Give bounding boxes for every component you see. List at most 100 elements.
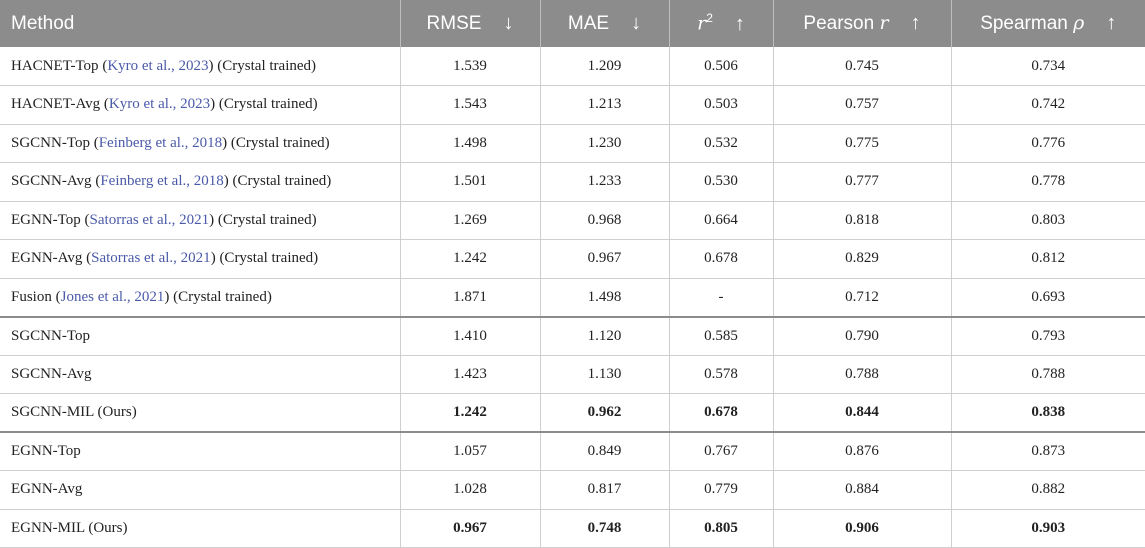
header-row: Method RMSE ↓ MAE ↓ r2 ↑ Pearson r ↑ Spearma… bbox=[0, 0, 1145, 47]
table-row: HACNET-Avg (Kyro et al., 2023) (Crystal … bbox=[0, 85, 1145, 125]
r2-cell: 0.779 bbox=[669, 470, 774, 510]
mae-cell: 1.130 bbox=[540, 355, 670, 394]
rmse-cell: 1.423 bbox=[400, 355, 541, 394]
method-name: SGCNN-Avg bbox=[11, 365, 92, 382]
method-suffix: (Crystal trained) bbox=[217, 57, 317, 74]
mae-cell: 0.968 bbox=[540, 201, 670, 240]
mae-cell: 1.120 bbox=[540, 315, 670, 356]
mae-cell: 1.209 bbox=[540, 47, 670, 86]
header-pearson-label: Pearson bbox=[803, 13, 875, 34]
citation-link[interactable]: Feinberg et al., 2018 bbox=[100, 173, 223, 189]
method-cell: SGCNN-Top bbox=[0, 315, 401, 356]
mae-cell: 1.213 bbox=[540, 85, 670, 125]
citation-link[interactable]: Satorras et al., 2021 bbox=[91, 250, 211, 266]
method-suffix: (Crystal trained) bbox=[217, 211, 317, 228]
pearson-cell: 0.818 bbox=[773, 201, 952, 240]
up-arrow-icon: ↑ bbox=[910, 12, 921, 34]
header-method-label: Method bbox=[11, 12, 75, 34]
pearson-cell: 0.757 bbox=[773, 85, 952, 125]
rmse-cell: 1.410 bbox=[400, 315, 541, 356]
r2-cell: 0.805 bbox=[669, 509, 774, 548]
pearson-cell: 0.775 bbox=[773, 124, 952, 163]
pearson-cell: 0.777 bbox=[773, 162, 952, 202]
method-suffix: (Crystal trained) bbox=[219, 250, 319, 267]
method-name: SGCNN-MIL (Ours) bbox=[11, 404, 137, 420]
rmse-cell: 1.539 bbox=[400, 47, 541, 86]
method-name: SGCNN-Avg bbox=[11, 173, 92, 190]
spearman-cell: 0.838 bbox=[951, 393, 1145, 433]
header-mae: MAE ↓ bbox=[540, 0, 670, 47]
method-name: Fusion bbox=[11, 288, 52, 305]
method-name: HACNET-Top bbox=[11, 57, 99, 74]
spearman-cell: 0.778 bbox=[951, 162, 1145, 202]
method-cell: SGCNN-Avg bbox=[0, 355, 401, 394]
header-mae-label: MAE bbox=[567, 13, 610, 34]
method-suffix: (Crystal trained) bbox=[230, 134, 330, 151]
citation-link[interactable]: Feinberg et al., 2018 bbox=[99, 135, 222, 151]
method-cell: HACNET-Top (Kyro et al., 2023) (Crystal … bbox=[0, 47, 401, 86]
r2-cell: - bbox=[669, 278, 774, 317]
table-row: SGCNN-Avg 1.423 1.130 0.578 0.788 0.788 bbox=[0, 355, 1145, 394]
table-row: SGCNN-Top (Feinberg et al., 2018) (Cryst… bbox=[0, 124, 1145, 163]
spearman-cell: 0.788 bbox=[951, 355, 1145, 394]
method-cell: EGNN-MIL (Ours) bbox=[0, 509, 401, 548]
table-row: Fusion (Jones et al., 2021) (Crystal tra… bbox=[0, 278, 1145, 317]
mae-cell: 1.498 bbox=[540, 278, 670, 317]
mae-cell: 0.817 bbox=[540, 470, 670, 510]
rmse-cell: 1.498 bbox=[400, 124, 541, 163]
spearman-cell: 0.873 bbox=[951, 431, 1145, 471]
table-row: SGCNN-Top 1.410 1.120 0.585 0.790 0.793 bbox=[0, 315, 1145, 356]
pearson-cell: 0.906 bbox=[773, 509, 952, 548]
method-cell: EGNN-Top (Satorras et al., 2021) (Crysta… bbox=[0, 201, 401, 240]
header-r2: r2 ↑ bbox=[669, 0, 774, 47]
rmse-cell: 1.543 bbox=[400, 85, 541, 125]
method-cell: EGNN-Top bbox=[0, 431, 401, 471]
header-rmse-label: RMSE bbox=[426, 13, 482, 34]
method-cell: SGCNN-MIL (Ours) bbox=[0, 393, 401, 433]
pearson-cell: 0.790 bbox=[773, 315, 952, 356]
pearson-cell: 0.745 bbox=[773, 47, 952, 86]
table-row: SGCNN-Avg (Feinberg et al., 2018) (Cryst… bbox=[0, 162, 1145, 202]
spearman-cell: 0.803 bbox=[951, 201, 1145, 240]
rmse-cell: 1.242 bbox=[400, 393, 541, 433]
method-cell: SGCNN-Top (Feinberg et al., 2018) (Cryst… bbox=[0, 124, 401, 163]
method-cell: EGNN-Avg (Satorras et al., 2021) (Crysta… bbox=[0, 239, 401, 279]
rmse-cell: 1.871 bbox=[400, 278, 541, 317]
spearman-cell: 0.882 bbox=[951, 470, 1145, 510]
mae-cell: 1.233 bbox=[540, 162, 670, 202]
spearman-cell: 0.776 bbox=[951, 124, 1145, 163]
spearman-cell: 0.742 bbox=[951, 85, 1145, 125]
method-cell: EGNN-Avg bbox=[0, 470, 401, 510]
r2-cell: 0.767 bbox=[669, 431, 774, 471]
rmse-cell: 1.501 bbox=[400, 162, 541, 202]
method-name: HACNET-Avg bbox=[11, 96, 101, 113]
rmse-cell: 1.242 bbox=[400, 239, 541, 279]
r2-cell: 0.585 bbox=[669, 315, 774, 356]
header-rmse: RMSE ↓ bbox=[400, 0, 541, 47]
down-arrow-icon: ↓ bbox=[631, 12, 642, 34]
up-arrow-icon: ↑ bbox=[1106, 12, 1117, 34]
citation-link[interactable]: Kyro et al., 2023 bbox=[107, 58, 208, 74]
method-suffix: (Crystal trained) bbox=[232, 173, 332, 190]
header-method: Method bbox=[0, 0, 401, 47]
table-row: HACNET-Top (Kyro et al., 2023) (Crystal … bbox=[0, 47, 1145, 86]
mae-cell: 0.967 bbox=[540, 239, 670, 279]
rmse-cell: 0.967 bbox=[400, 509, 541, 548]
method-name: EGNN-Top bbox=[11, 443, 81, 459]
table-row: SGCNN-MIL (Ours) 1.242 0.962 0.678 0.844… bbox=[0, 393, 1145, 433]
table-row: EGNN-Top 1.057 0.849 0.767 0.876 0.873 bbox=[0, 431, 1145, 471]
method-name: SGCNN-Top bbox=[11, 327, 90, 344]
results-table: Method RMSE ↓ MAE ↓ r2 ↑ Pearson r ↑ Spearma… bbox=[0, 0, 1145, 548]
method-name: EGNN-MIL (Ours) bbox=[11, 519, 128, 536]
citation-link[interactable]: Satorras et al., 2021 bbox=[90, 212, 210, 228]
spearman-cell: 0.793 bbox=[951, 315, 1145, 356]
citation-link[interactable]: Kyro et al., 2023 bbox=[109, 96, 210, 112]
table-row: EGNN-Avg 1.028 0.817 0.779 0.884 0.882 bbox=[0, 470, 1145, 510]
r2-cell: 0.506 bbox=[669, 47, 774, 86]
header-pearson: Pearson r ↑ bbox=[773, 0, 952, 47]
r2-cell: 0.532 bbox=[669, 124, 774, 163]
spearman-cell: 0.812 bbox=[951, 239, 1145, 279]
rmse-cell: 1.057 bbox=[400, 431, 541, 471]
citation-link[interactable]: Jones et al., 2021 bbox=[61, 289, 165, 305]
header-r2-label: r bbox=[697, 12, 707, 35]
